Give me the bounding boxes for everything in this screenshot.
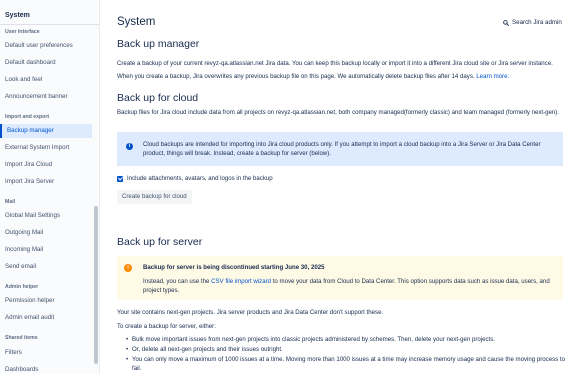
sidebar-item-import-jira-cloud[interactable]: Import Jira Cloud — [5, 161, 52, 168]
server-backup-heading: Back up for server — [117, 236, 203, 248]
list-item: Bulk move important issues from next-gen… — [126, 335, 566, 344]
server-backup-instructions: To create a backup for server, either: — [117, 323, 216, 330]
sidebar-section-import-export: Import and export — [5, 114, 50, 120]
learn-more-link[interactable]: Learn more. — [476, 73, 509, 80]
include-attachments-label: Include attachments, avatars, and logos … — [127, 175, 273, 182]
server-warning-text: Instead, you can use the CSV file import… — [143, 277, 553, 295]
sidebar-title: System — [5, 12, 30, 19]
search-icon — [503, 19, 509, 26]
warning-icon: ! — [124, 264, 132, 272]
sidebar-item-permission-helper[interactable]: Permission helper — [5, 297, 55, 304]
server-warning-banner: ! Backup for server is being discontinue… — [117, 256, 563, 300]
sidebar-item-announcement-banner[interactable]: Announcement banner — [5, 93, 68, 100]
sidebar-scrollbar[interactable] — [94, 206, 98, 364]
page-title: System — [117, 16, 156, 28]
warning-text-pre: Instead, you can use the — [143, 278, 212, 285]
info-icon: i — [126, 143, 133, 150]
cloud-info-text: Cloud backups are intended for importing… — [143, 141, 541, 157]
next-gen-notice: Your site contains next-gen projects. Ji… — [117, 309, 384, 316]
backup-manager-heading: Back up manager — [117, 38, 200, 50]
main-content: System Search Jira admin Back up manager… — [100, 0, 577, 374]
sidebar-item-import-jira-server[interactable]: Import Jira Server — [5, 178, 54, 185]
sidebar-item-global-mail-settings[interactable]: Global Mail Settings — [5, 212, 60, 219]
sidebar-item-default-user-preferences[interactable]: Default user preferences — [5, 42, 73, 49]
sidebar-item-outgoing-mail[interactable]: Outgoing Mail — [5, 229, 43, 236]
server-warning-title: Backup for server is being discontinued … — [143, 264, 325, 271]
sidebar-section-mail: Mail — [5, 199, 16, 205]
sidebar-item-incoming-mail[interactable]: Incoming Mail — [5, 246, 43, 253]
cloud-info-banner: i Cloud backups are intended for importi… — [117, 132, 563, 166]
sidebar-item-backup-manager[interactable]: Backup manager — [0, 124, 92, 138]
include-attachments-option[interactable]: Include attachments, avatars, and logos … — [117, 175, 273, 182]
include-attachments-checkbox[interactable] — [117, 175, 123, 182]
sidebar-item-admin-email-audit[interactable]: Admin email audit — [5, 314, 54, 321]
overwrite-note-text: When you create a backup, Jira overwrite… — [117, 73, 475, 80]
admin-sidebar: System User Interface Default user prefe… — [0, 0, 100, 374]
sidebar-item-dashboards[interactable]: Dashboards — [5, 366, 38, 373]
sidebar-divider — [0, 24, 99, 25]
sidebar-item-filters[interactable]: Filters — [5, 349, 22, 356]
csv-import-wizard-link[interactable]: CSV file import wizard — [211, 278, 271, 285]
sidebar-section-shared-items: Shared items — [5, 335, 38, 341]
list-item: Or, delete all next-gen projects and the… — [126, 345, 566, 354]
server-backup-options-list: Bulk move important issues from next-gen… — [126, 335, 566, 374]
sidebar-section-admin-helper: Admin helper — [5, 284, 39, 290]
sidebar-section-user-interface: User Interface — [5, 29, 40, 35]
search-label: Search Jira admin — [512, 19, 562, 26]
create-backup-for-cloud-button[interactable]: Create backup for cloud — [117, 190, 192, 204]
search-jira-admin-button[interactable]: Search Jira admin — [503, 19, 562, 26]
sidebar-item-look-and-feel[interactable]: Look and feel — [5, 76, 42, 83]
cloud-backup-heading: Back up for cloud — [117, 92, 199, 104]
cloud-backup-description: Backup files for Jira cloud include data… — [117, 109, 560, 116]
sidebar-item-default-dashboard[interactable]: Default dashboard — [5, 59, 56, 66]
list-item: You can only move a maximum of 1000 issu… — [126, 355, 566, 373]
sidebar-item-send-email[interactable]: Send email — [5, 263, 36, 270]
backup-manager-description: Create a backup of your current revyz-qa… — [117, 60, 553, 67]
sidebar-item-external-system-import[interactable]: External System Import — [5, 144, 69, 151]
backup-manager-overwrite-note: When you create a backup, Jira overwrite… — [117, 72, 565, 81]
